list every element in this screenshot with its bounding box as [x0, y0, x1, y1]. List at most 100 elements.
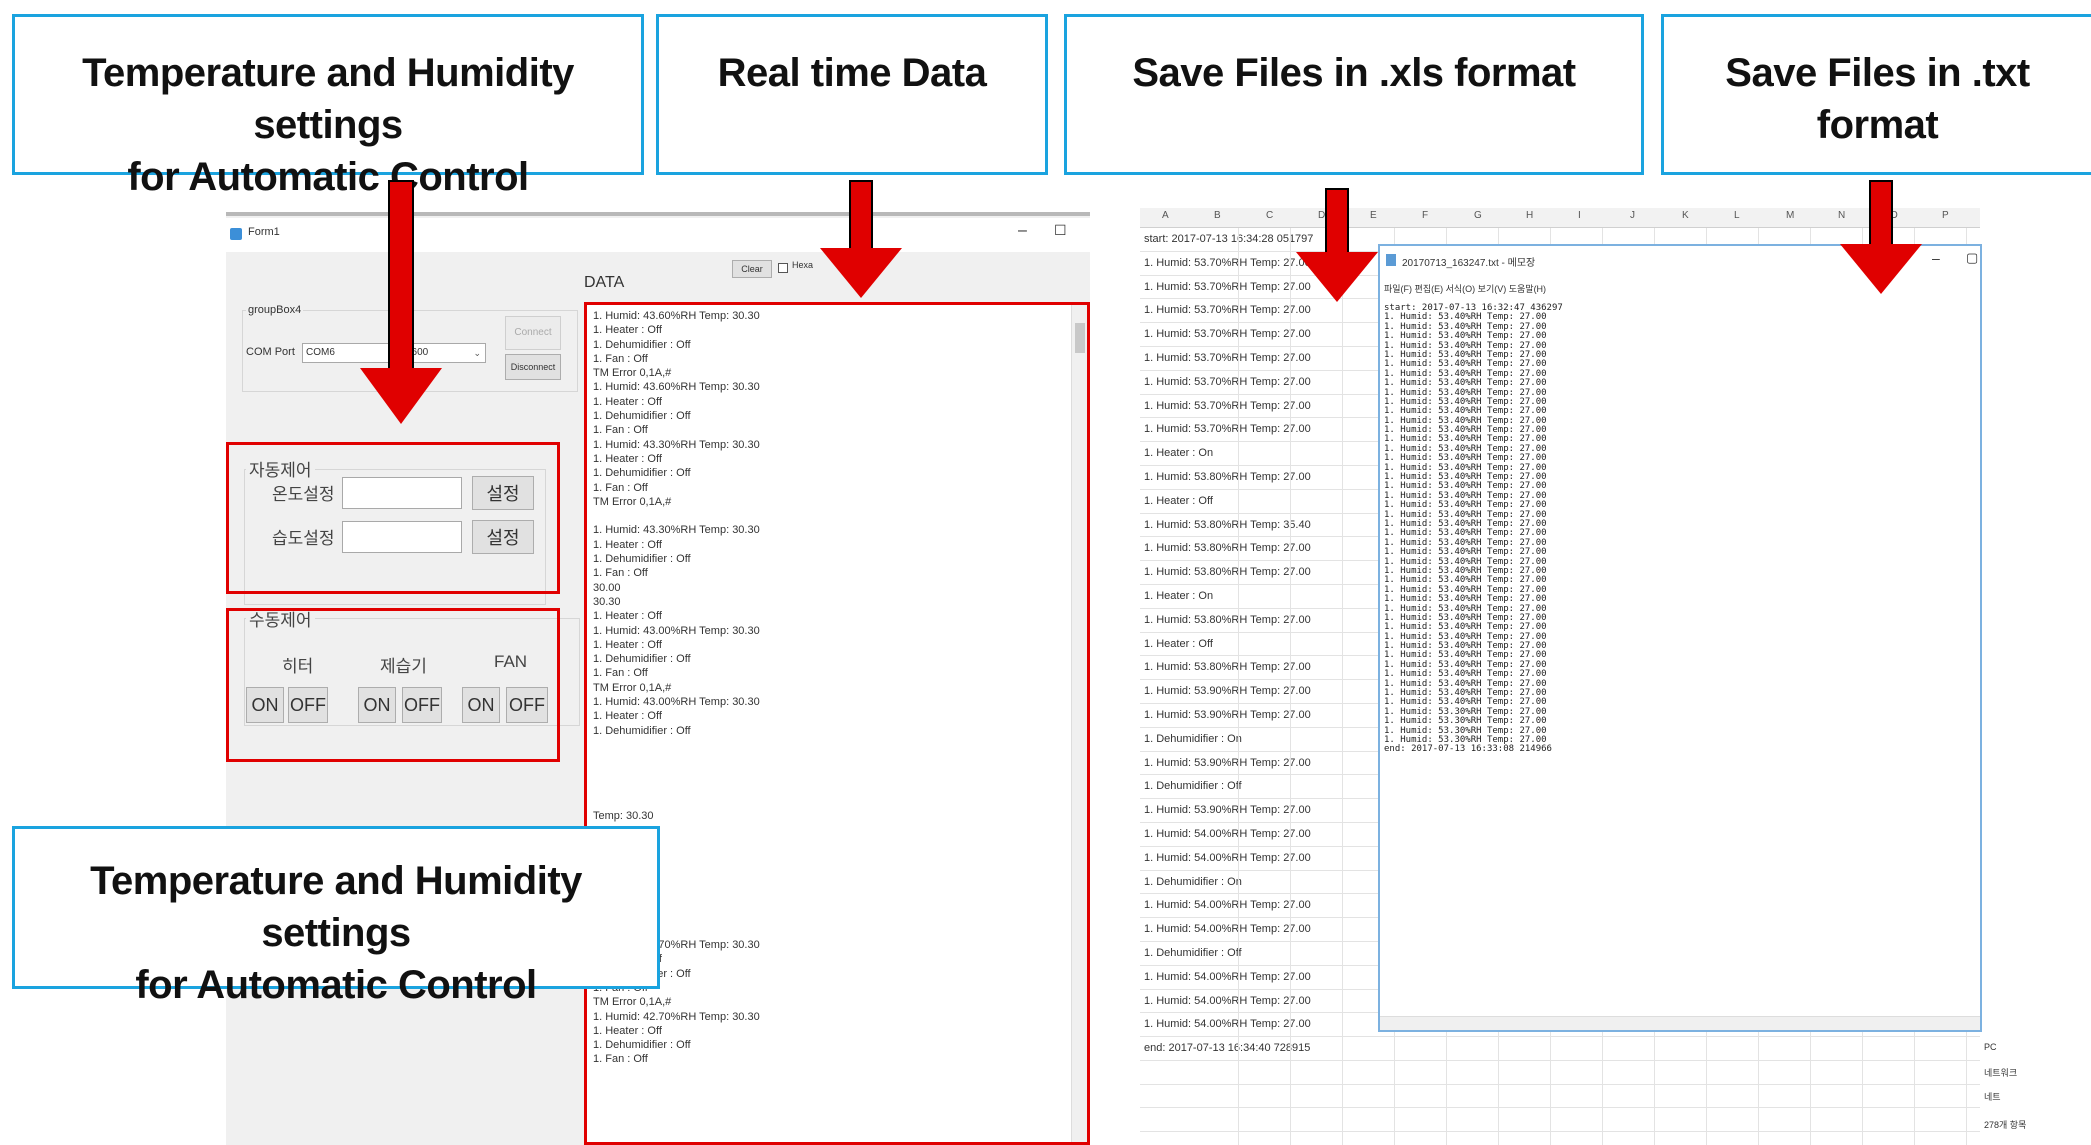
maximize-icon[interactable]: ▢ — [1966, 250, 1978, 266]
column-header[interactable]: A — [1162, 210, 1169, 221]
column-header[interactable]: G — [1474, 210, 1482, 221]
notepad-horizontal-scrollbar[interactable] — [1380, 1016, 1980, 1030]
callout-line: Save Files in .xls format — [1132, 51, 1576, 95]
window-top-strip — [226, 212, 1090, 216]
realtime-data-line — [593, 781, 1063, 795]
explorer-item[interactable]: PC — [1984, 1042, 1997, 1052]
grid-line — [1342, 228, 1343, 1145]
realtime-data-line: 30.00 — [593, 581, 621, 594]
notepad-title: 20170713_163247.txt - 메모장 — [1402, 258, 1536, 269]
notepad-text-lines: start: 2017-07-13 16:32:47 436297 1. Hum… — [1384, 303, 1563, 755]
xls-empty-row[interactable] — [1140, 1108, 1980, 1133]
realtime-data-line: 1. Fan : Off — [593, 1053, 648, 1066]
callout-save-xls: Save Files in .xls format — [1064, 14, 1644, 175]
realtime-data-line — [593, 509, 1063, 523]
arrow-down-icon — [820, 180, 904, 298]
realtime-data-line: 1. Humid: 43.60%RH Temp: 30.30 — [593, 310, 760, 322]
arrow-down-icon — [1296, 188, 1380, 303]
callout-line: for Automatic Control — [135, 963, 537, 1007]
realtime-data-line — [593, 752, 1063, 766]
xls-empty-row[interactable] — [1140, 1132, 1980, 1145]
column-header[interactable]: F — [1422, 210, 1428, 221]
realtime-data-line: 1. Heater : Off — [593, 324, 662, 337]
notepad-humid-lines: 1. Humid: 53.40%RH Temp: 27.00 1. Humid: … — [1384, 312, 1563, 745]
realtime-data-line: 1. Heater : Off — [593, 395, 662, 408]
realtime-data-line: 1. Humid: 43.30%RH Temp: 30.30 — [593, 524, 760, 537]
realtime-data-line: 1. Fan : Off — [593, 667, 648, 680]
realtime-data-line: 1. Humid: 42.70%RH Temp: 30.30 — [593, 939, 760, 952]
xls-empty-row[interactable] — [1140, 1085, 1980, 1109]
realtime-data-lines: 1. Humid: 43.60%RH Temp: 30.30 1. Heater … — [593, 309, 1063, 1067]
minimize-icon[interactable]: – — [1932, 250, 1940, 266]
column-header[interactable]: M — [1786, 210, 1794, 221]
realtime-data-line: 1. Fan : Off — [593, 352, 648, 365]
data-scrollbar[interactable] — [1071, 305, 1087, 1142]
callout-line: Temperature and Humidity settings — [82, 51, 574, 147]
maximize-icon[interactable]: ☐ — [1054, 222, 1067, 239]
realtime-data-line: 1. Humid: 43.00%RH Temp: 30.30 — [593, 696, 760, 709]
scrollbar-thumb[interactable] — [1075, 323, 1085, 353]
realtime-data-line: 1. Heater : Off — [593, 1024, 662, 1037]
notepad-icon — [1386, 254, 1396, 266]
column-header[interactable]: J — [1630, 210, 1635, 221]
realtime-data-line: 1. Dehumidifier : Off — [593, 410, 691, 423]
realtime-data-line: 1. Heater : Off — [593, 952, 1063, 966]
xls-cell-row[interactable]: end: 2017-07-13 16:34:40 728915 — [1140, 1037, 1980, 1061]
column-header[interactable]: B — [1214, 210, 1221, 221]
explorer-fragment: PC 네트워크 네트 278개 항목 — [1982, 1032, 2026, 1145]
realtime-data-line: 1. Fan : Off — [593, 981, 1063, 995]
connect-button[interactable]: Connect — [505, 316, 561, 350]
column-header[interactable]: C — [1266, 210, 1273, 221]
minimize-icon[interactable]: – — [1018, 222, 1027, 240]
arrow-down-icon — [1840, 180, 1924, 295]
realtime-data-line: 1. Dehumidifier : Off — [593, 653, 691, 666]
grid-line — [1290, 228, 1291, 1145]
notepad-menubar[interactable]: 파일(F) 편집(E) 서식(O) 보기(V) 도움말(H) — [1384, 282, 1546, 295]
realtime-data-line: 1. Humid: 43.30%RH Temp: 30.30 — [593, 438, 760, 451]
realtime-data-line: 1. Heater : Off — [593, 538, 662, 551]
realtime-data-line: 30.30 — [593, 595, 621, 608]
callout-line: Temperature and Humidity settings — [90, 859, 582, 955]
realtime-data-line: TM Error 0,1A,# — [593, 495, 672, 508]
column-header[interactable]: L — [1734, 210, 1740, 221]
chevron-down-icon: ⌄ — [473, 348, 481, 358]
realtime-data-line: 1. Dehumidifier : Off — [593, 967, 691, 980]
notepad-window: 20170713_163247.txt - 메모장 – ▢ 파일(F) 편집(E… — [1378, 244, 1982, 1032]
disconnect-button[interactable]: Disconnect — [505, 354, 561, 380]
explorer-item[interactable]: 네트 — [1984, 1090, 2001, 1103]
column-header[interactable]: I — [1578, 210, 1581, 221]
explorer-item[interactable]: 네트워크 — [1984, 1066, 2017, 1079]
xls-empty-row[interactable] — [1140, 1061, 1980, 1085]
realtime-data-line: 1. Humid: 43.00%RH Temp: 30.30 — [593, 624, 760, 637]
grid-line — [1238, 228, 1239, 1145]
realtime-data-line: 1. Heater : Off — [593, 710, 662, 723]
callout-line: Save Files in .txt format — [1725, 51, 2030, 147]
form-titlebar: Form1 – ☐ — [226, 218, 1090, 252]
realtime-data-line — [593, 767, 1063, 781]
realtime-data-line: 1. Heater : Off — [593, 452, 662, 465]
realtime-data-line: Temp: 30.30 — [593, 881, 1063, 895]
groupbox-label: groupBox4 — [246, 304, 304, 316]
realtime-data-line: 1. Humid: 43.60%RH Temp: 30.30 — [593, 381, 760, 394]
realtime-data-line: 1. Fan : Off — [593, 424, 648, 437]
column-header[interactable]: H — [1526, 210, 1533, 221]
callout-auto-settings-top: Temperature and Humidity settings for Au… — [12, 14, 644, 199]
hexa-checkbox[interactable] — [778, 263, 788, 273]
column-header[interactable]: K — [1682, 210, 1689, 221]
realtime-data-line — [593, 738, 1063, 752]
realtime-data-line: TM Error 0,1A,# — [593, 996, 672, 1009]
com-port-label: COM Port — [246, 346, 295, 358]
column-header[interactable]: P — [1942, 210, 1949, 221]
explorer-item-count: 278개 항목 — [1984, 1120, 2027, 1130]
notepad-end-line: end: 2017-07-13 16:33:08 214966 — [1384, 744, 1552, 755]
manual-control-highlight — [226, 608, 560, 762]
realtime-data-line: 1. Fan : Off — [593, 567, 648, 580]
realtime-data-textbox[interactable]: 1. Humid: 43.60%RH Temp: 30.30 1. Heater … — [584, 302, 1090, 1145]
realtime-data-line — [593, 909, 1063, 923]
realtime-data-line: 1. Dehumidifier : Off — [593, 467, 691, 480]
callout-line: Real time Data — [717, 51, 987, 95]
clear-button[interactable]: Clear — [732, 260, 772, 278]
realtime-data-line — [593, 824, 1063, 838]
form-title: Form1 — [248, 226, 280, 238]
data-label: DATA — [584, 274, 625, 291]
